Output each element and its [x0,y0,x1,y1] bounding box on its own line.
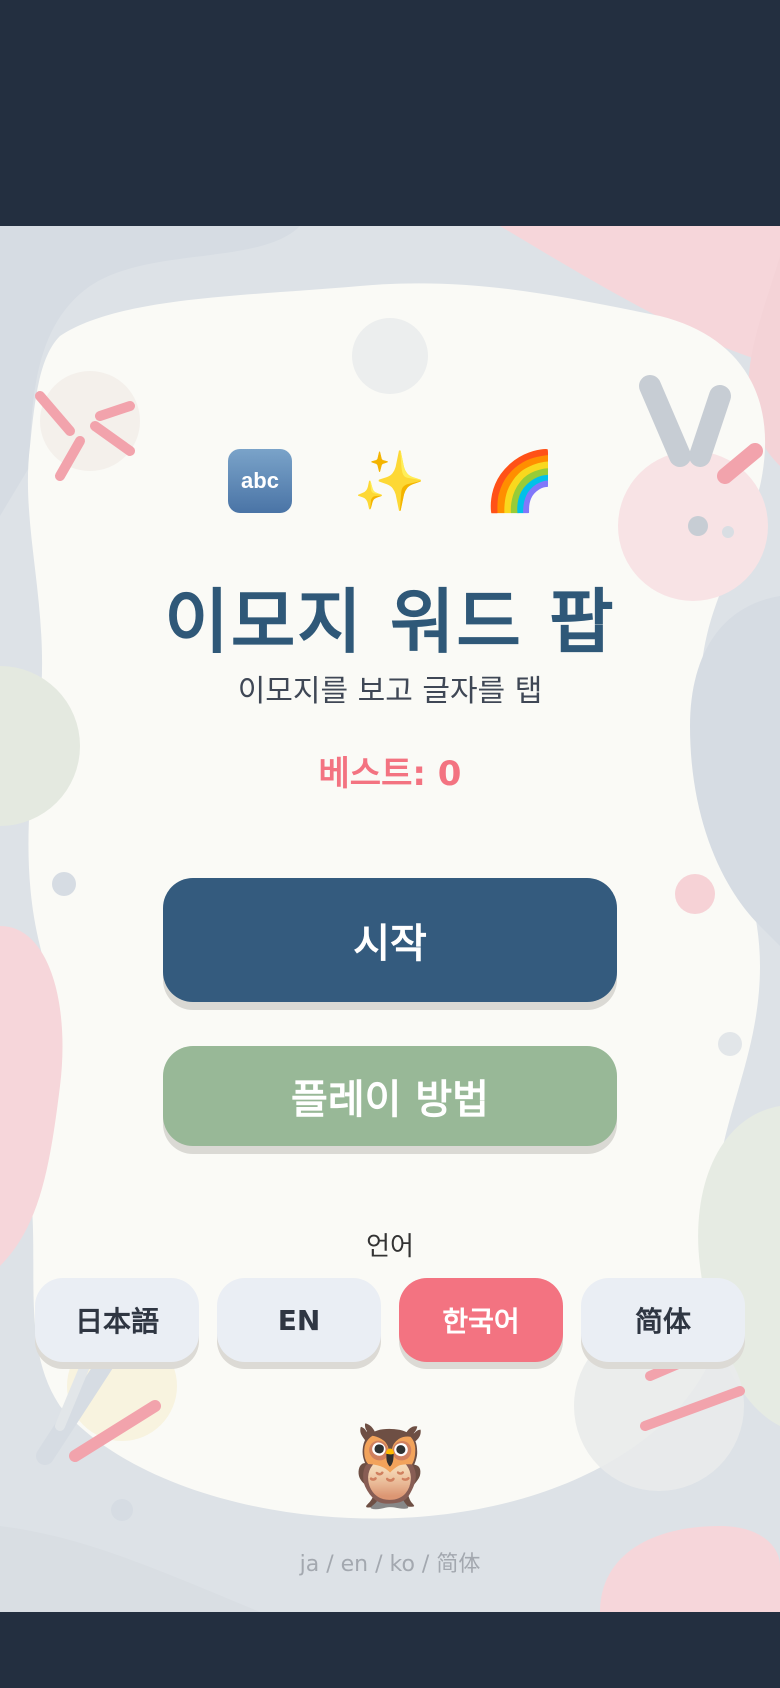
language-button-en[interactable]: EN [217,1278,381,1362]
how-to-play-button[interactable]: 플레이 방법 [163,1046,617,1146]
footer-languages: ja / en / ko / 简体 [299,1552,481,1577]
language-button-ja[interactable]: 日本語 [35,1278,199,1362]
game-menu-screen: abc ✨ 🌈 이모지 워드 팝 이모지를 보고 글자를 탭 베스트: 0 시작… [0,226,780,1612]
best-score: 베스트: 0 [318,754,462,794]
game-title: 이모지 워드 팝 [164,581,616,663]
language-label: 언어 [366,1232,414,1262]
abc-icon: abc [227,448,293,514]
sparkles-icon: ✨ [353,447,427,515]
bottom-frame-band [0,1612,780,1688]
top-frame-band [0,0,780,226]
language-button-zh[interactable]: 简体 [581,1278,745,1362]
emoji-row: abc ✨ 🌈 [0,448,780,514]
rainbow-icon: 🌈 [483,447,557,515]
language-selector: 日本語 EN 한국어 简体 [35,1278,745,1362]
owl-icon: 🦉 [340,1419,440,1512]
start-button[interactable]: 시작 [163,878,617,1002]
language-button-ko[interactable]: 한국어 [399,1278,563,1362]
game-subtitle: 이모지를 보고 글자를 탭 [237,674,543,709]
